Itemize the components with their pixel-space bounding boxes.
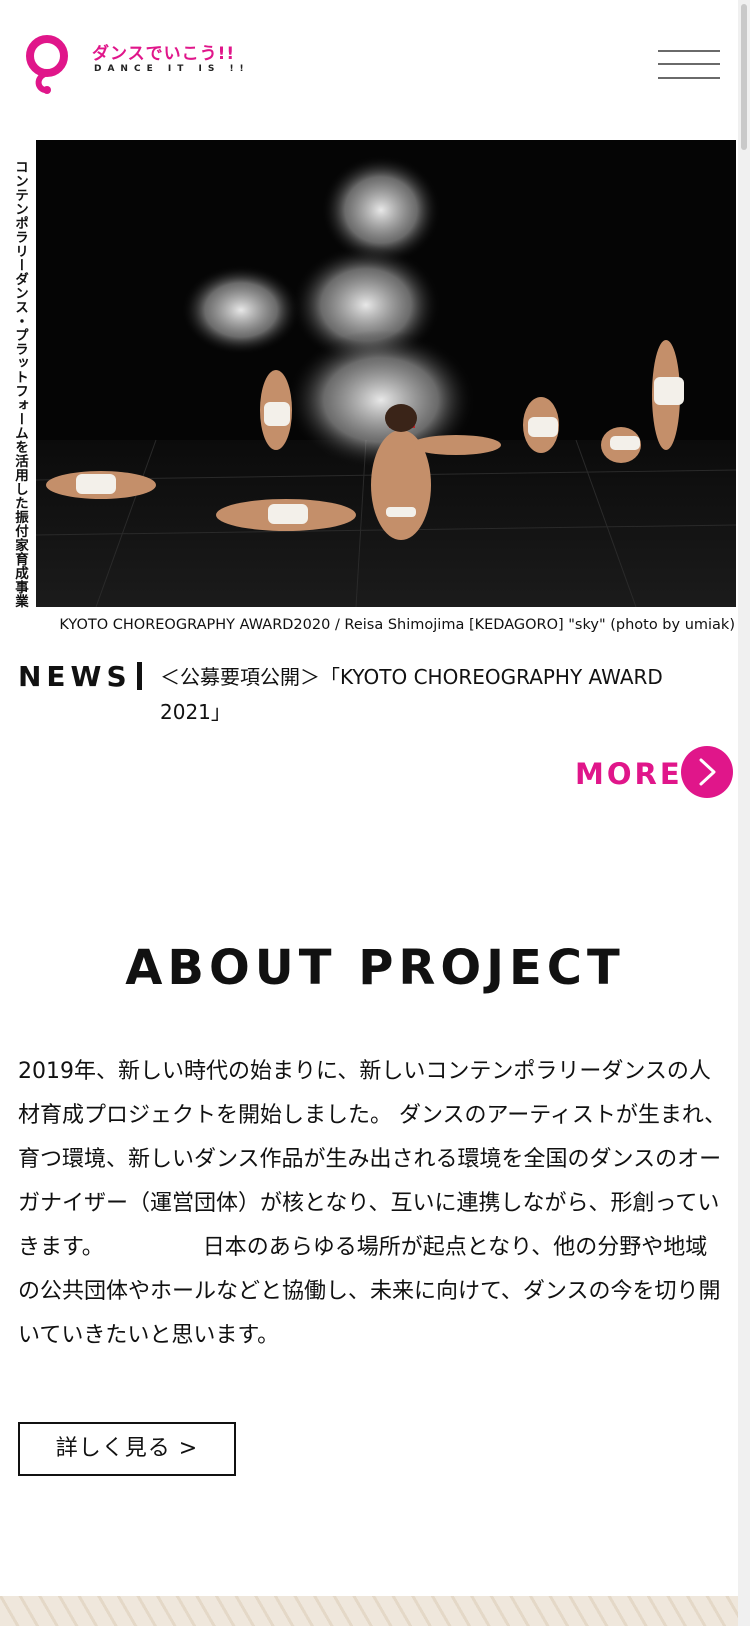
hero-photo <box>36 140 736 607</box>
logo-text-en[interactable]: DANCE IT IS !! <box>94 64 250 74</box>
section-divider-pattern <box>0 1596 738 1626</box>
logo-icon[interactable] <box>24 34 70 96</box>
photo-credit: KYOTO CHOREOGRAPHY AWARD2020 / Reisa Shi… <box>59 617 735 633</box>
hero-vertical-caption: コンテンポラリーダンス・プラットフォームを活用した振付家育成事業 <box>12 160 28 608</box>
about-body: 2019年、新しい時代の始まりに、新しいコンテンポラリーダンスの人材育成プロジェ… <box>18 1059 727 1348</box>
news-divider <box>137 662 142 690</box>
about-title: ABOUT PROJECT <box>125 940 625 996</box>
scrollbar-thumb[interactable] <box>741 4 747 150</box>
more-label[interactable]: MORE <box>575 757 683 791</box>
arrow-right-icon[interactable] <box>681 746 733 798</box>
hamburger-menu-icon[interactable] <box>658 50 720 82</box>
scrollbar[interactable] <box>738 0 750 1626</box>
site-header: ダンスでいこう!! DANCE IT IS !! <box>0 0 750 140</box>
logo-text-jp[interactable]: ダンスでいこう!! <box>92 39 235 64</box>
news-headline-link[interactable]: ＜公募要項公開＞「KYOTO CHOREOGRAPHY AWARD 2021」 <box>160 660 720 730</box>
more-button[interactable]: MORE <box>575 746 735 798</box>
news-label: NEWS <box>18 660 132 693</box>
details-button[interactable]: 詳しく見る > <box>18 1422 236 1476</box>
